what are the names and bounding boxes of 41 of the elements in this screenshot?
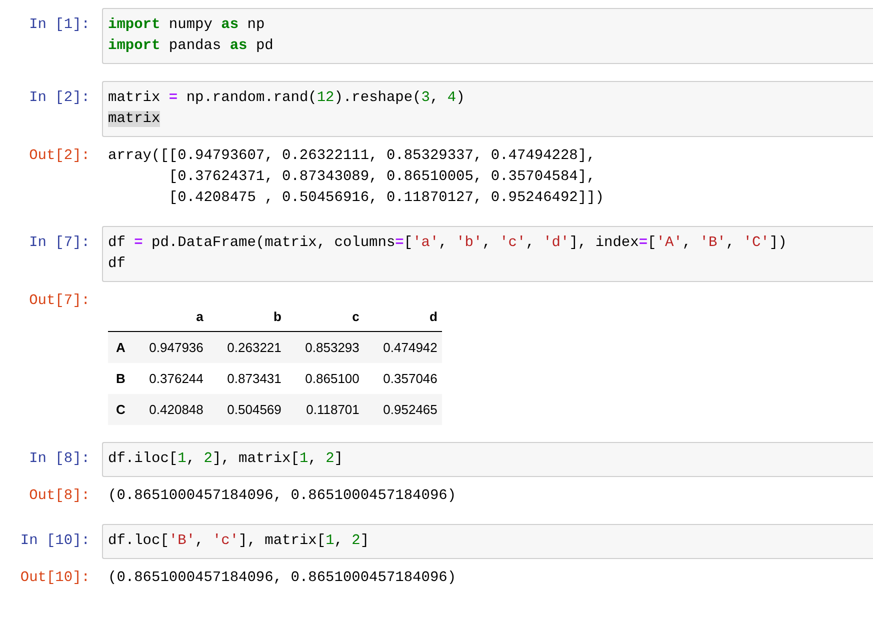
code-line: df (108, 255, 126, 274)
table-cell: 0.952465 (364, 394, 442, 425)
code-input-area[interactable]: df = pd.DataFrame(matrix, columns=['a', 'b', 'c', 'd'], index=['A', 'B', 'C']) df (102, 226, 873, 282)
table-cell: 0.118701 (286, 394, 364, 425)
table-cell: 0.853293 (286, 332, 364, 363)
code-input-area[interactable]: df.iloc[1, 2], matrix[1, 2] (102, 442, 873, 477)
output-line: array([[0.94793607, 0.26322111, 0.85329337, 0.47494228], (108, 147, 596, 166)
code-input-area[interactable]: matrix = np.random.rand(12).reshape(3, 4) matrix (102, 81, 873, 137)
output-prompt: Out[7]: (29, 292, 90, 311)
code-input-area[interactable]: df.loc['B', 'c'], matrix[1, 2] (102, 524, 873, 559)
table-cell: 0.865100 (286, 363, 364, 394)
input-prompt: In [8]: (29, 450, 90, 469)
output-prompt: Out[10]: (20, 569, 90, 588)
table-cell: 0.420848 (130, 394, 208, 425)
table-cell: 0.873431 (208, 363, 286, 394)
table-cell: 0.376244 (130, 363, 208, 394)
code-line: df = pd.DataFrame(matrix, columns=['a', 'b', 'c', 'd'], index=['A', 'B', 'C']) (108, 234, 788, 253)
row-index: C (108, 394, 130, 425)
output-prompt: Out[8]: (29, 487, 90, 506)
output-line: (0.8651000457184096, 0.8651000457184096) (108, 487, 456, 506)
table-cell: 0.947936 (130, 332, 208, 363)
table-cell: 0.357046 (364, 363, 442, 394)
code-line: df.loc['B', 'c'], matrix[1, 2] (108, 532, 370, 551)
input-prompt: In [10]: (20, 532, 90, 551)
row-index: B (108, 363, 130, 394)
output-prompt: Out[2]: (29, 147, 90, 166)
code-line: matrix = np.random.rand(12).reshape(3, 4) (108, 89, 466, 108)
code-line: df.iloc[1, 2], matrix[1, 2] (108, 450, 344, 469)
table-cell: 0.504569 (208, 394, 286, 425)
input-prompt: In [1]: (29, 16, 90, 35)
output-line: [0.37624371, 0.87343089, 0.86510005, 0.35704584], (168, 168, 596, 187)
code-line: import pandas as pd (108, 37, 274, 56)
table-cell: 0.263221 (208, 332, 286, 363)
row-index: A (108, 332, 130, 363)
code-input-area[interactable]: import numpy as np import pandas as pd (102, 8, 873, 64)
table-cell: 0.474942 (364, 332, 442, 363)
input-prompt: In [2]: (29, 89, 90, 108)
input-prompt: In [7]: (29, 234, 90, 253)
output-line: (0.8651000457184096, 0.8651000457184096) (108, 569, 456, 588)
code-line: import numpy as np (108, 16, 266, 35)
output-line: [0.4208475 , 0.50456916, 0.11870127, 0.95246492]]) (168, 189, 604, 208)
